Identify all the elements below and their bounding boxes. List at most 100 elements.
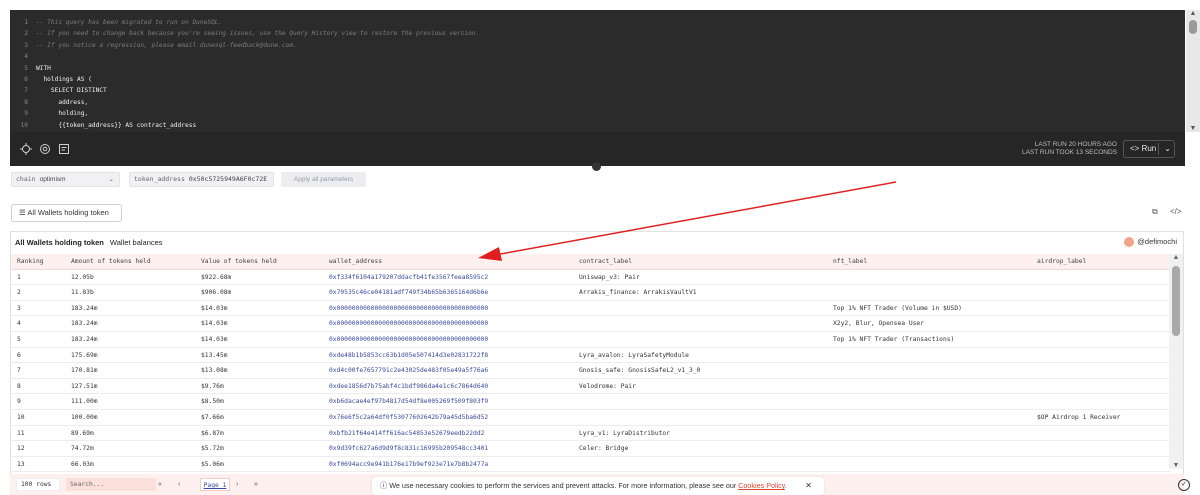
cell-contract-label: Arrakis_finance: ArrakisVaultV1 [579,289,697,297]
column-header-contract-label[interactable]: contract_label [579,254,632,270]
editor-toolbar: LAST RUN 20 HOURS AGO LAST RUN TOOK 13 S… [10,132,1185,166]
column-header-ranking[interactable]: Ranking [17,254,44,270]
last-page-icon[interactable]: » [254,478,258,491]
cell-ranking: 7 [17,367,21,375]
table-row[interactable]: 12 74.72m $5.72m 0x9d39fc627a6d9d9f8c831c16… [11,441,1171,457]
cell-wallet-address[interactable]: 0x00000000000000000000000000000000000000… [329,332,488,348]
settings-icon[interactable] [39,142,53,156]
cell-wallet-address[interactable]: 0x70535c46ce04181adf749f34b65b6365164d6b… [329,285,488,301]
cell-value: $8.50m [201,398,224,406]
avatar [1124,237,1135,248]
editor-scrollbar[interactable]: ▲ ▼ [1186,10,1200,132]
column-header-value[interactable]: Value of tokens held [201,254,277,270]
last-run-info: LAST RUN 20 HOURS AGO LAST RUN TOOK 13 S… [1022,141,1117,157]
prev-page-icon[interactable]: ‹ [178,478,180,491]
table-row[interactable]: 4 183.24m $14.03m 0x00000000000000000000000… [11,316,1171,332]
author-link[interactable]: @defimochi [1124,237,1177,248]
table-search-input[interactable]: Search... [66,478,156,491]
results-subtitle: Wallet balances [109,238,163,247]
code-text: WITH [36,64,51,72]
cell-contract-label: Velodrome: Pair [579,382,636,390]
line-number: 6 [24,76,28,83]
cell-ranking: 5 [17,336,21,343]
cell-wallet-address[interactable]: 0xdee1856d7b75abf4c1bdf986da4e1c6c7864d6… [329,379,488,395]
scroll-down-icon[interactable]: ▼ [1169,462,1183,469]
cell-amount: 74.72m [71,445,94,453]
cell-wallet-address[interactable]: 0xd4c00fe7657791c2e43025de483f05e49a5f76… [329,363,488,379]
table-scroll-thumb[interactable] [1172,266,1180,336]
table-row[interactable]: 11 89.69m $6.87m 0xbfb21f64e414ff616ac54853… [11,426,1171,442]
column-header-nft-label[interactable]: nft_label [833,254,867,270]
cell-wallet-address[interactable]: 0xbfb21f64e414ff616ac54853e52679eedb22dd… [329,426,484,442]
add-viz-icon[interactable]: ⧉ [1152,207,1158,217]
token-param-value[interactable]: 0x50c5725949A6F0c72E [189,175,267,183]
cell-wallet-address[interactable]: 0x00000000000000000000000000000000000000… [329,301,488,317]
cell-amount: 100.00m [71,414,98,421]
table-row[interactable]: 8 127.51m $9.76m 0xdee1856d7b75abf4c1bdf986… [11,379,1171,395]
column-header-amount[interactable]: Amount of tokens held [71,254,151,270]
cell-amount: 111.00m [71,398,98,406]
cell-value: $14.03m [201,336,228,343]
cell-wallet-address[interactable]: 0xf0694acc9e941b176e17b9ef923e71e7b8b247… [329,457,488,473]
cell-nft-label: Top 1% NFT Trader (Volume in $USD) [833,304,962,312]
cell-value: $906.08m [201,289,232,297]
editor-scroll-thumb[interactable] [1189,20,1197,34]
cell-wallet-address[interactable]: 0xde48b1b5853cc63b1d05e507414d3e02831722… [329,348,488,364]
table-row[interactable]: 1 12.05b $922.68m 0xf334f6104a179207ddacfb4… [11,270,1171,286]
table-row[interactable]: 7 170.81m $13.08m 0xd4c00fe7657791c2e43025d… [11,363,1171,379]
column-header-airdrop-label[interactable]: airdrop_label [1037,254,1086,270]
table-row[interactable]: 6 175.69m $13.45m 0xde48b1b5853cc63b1d05e50… [11,348,1171,364]
code-editor[interactable]: 1 -- This query has been migrated to run … [10,10,1185,132]
table-row[interactable]: 5 183.24m $14.03m 0x00000000000000000000000… [11,332,1171,348]
viz-tab-all-wallets[interactable]: ☰ All Wallets holding token [11,204,122,222]
apply-params-button[interactable]: Apply all parameters [281,172,366,187]
scroll-up-icon[interactable]: ▲ [1169,254,1183,261]
table-row[interactable]: 2 11.83b $906.08m 0x70535c46ce04181adf749f3… [11,285,1171,301]
cell-wallet-address[interactable]: 0x00000000000000000000000000000000000000… [329,316,488,332]
first-page-icon[interactable]: « [158,478,162,491]
token-address-param[interactable]: token_address 0x50c5725949A6F0c72E [129,172,274,187]
chain-param[interactable]: chain optimism ⌄ [11,172,120,187]
cell-value: $6.87m [201,429,224,437]
cell-wallet-address[interactable]: 0xf334f6104a179207ddacfb41fe3567feea8595… [329,270,488,286]
chevron-down-icon[interactable]: ⌄ [1164,141,1171,157]
cell-ranking: 13 [17,460,25,468]
table-row[interactable]: 3 183.24m $14.03m 0x00000000000000000000000… [11,301,1171,317]
results-header: All Wallets holding token Wallet balances [15,238,163,247]
cell-wallet-address[interactable]: 0x76e6f5c2a64df0f53077602642b79a45d5ba6d… [329,410,488,426]
table-row[interactable]: 9 111.00m $8.50m 0xb6dacae4ef97b4817d54df8e… [11,394,1171,410]
cell-amount: 89.69m [71,429,94,437]
crosshair-icon[interactable] [20,142,34,156]
cookie-text: We use necessary cookies to perform the … [389,481,737,490]
line-number: 8 [24,98,28,106]
cell-contract-label: Uniswap_v3: Pair [579,273,640,281]
next-page-icon[interactable]: › [236,478,238,491]
code-text: SELECT DISTINCT [36,87,107,95]
scroll-down-icon[interactable]: ▼ [1186,125,1200,132]
cookie-policy-link[interactable]: Cookies Policy [738,481,785,490]
cell-wallet-address[interactable]: 0xb6dacae4ef97b4817d54df8e005269f509f803… [329,394,488,410]
cookie-period: . [784,481,787,490]
embed-code-icon[interactable]: </> [1170,207,1182,216]
column-header-wallet-address[interactable]: wallet_address [329,254,382,270]
page-selector[interactable]: Page 1 [200,478,230,491]
check-circle-icon[interactable]: ✓ [1178,479,1190,491]
cell-value: $13.08m [201,367,228,375]
cell-contract-label: Lyra_v1: LyraDistributor [579,429,670,437]
rows-count-select[interactable]: 100 rows [16,478,60,491]
line-number: 4 [24,53,28,61]
chevron-down-icon[interactable]: ⌄ [109,173,114,186]
scroll-up-icon[interactable]: ▲ [1186,10,1200,17]
cell-contract-label: Lyra_avalon: LyraSafetyModule [579,351,689,359]
close-icon[interactable]: ✕ [805,477,812,495]
cell-ranking: 12 [17,445,25,453]
table-scrollbar[interactable]: ▲ ▼ [1169,254,1183,469]
resize-handle[interactable] [592,162,601,171]
format-icon[interactable] [58,142,72,156]
table-row[interactable]: 10 100.00m $7.66m 0x76e6f5c2a64df0f53077602… [11,410,1171,426]
cell-amount: 127.51m [71,382,98,390]
cell-wallet-address[interactable]: 0x9d39fc627a6d9d9f8c831c16995b209548cc34… [329,441,488,457]
run-separator [1158,143,1159,155]
table-row[interactable]: 13 66.03m $5.06m 0xf0694acc9e941b176e17b9ef… [11,457,1171,473]
run-button[interactable]: <> Run ⌄ [1123,140,1175,158]
